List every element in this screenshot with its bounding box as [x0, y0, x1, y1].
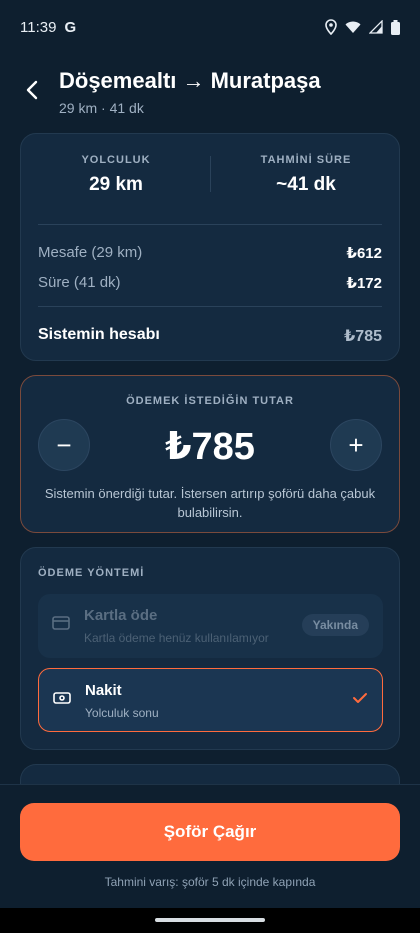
cash-payment-option[interactable]: Nakit Yolculuk sonu [38, 668, 383, 732]
system-nav-bar [0, 908, 420, 933]
chevron-left-icon [26, 80, 38, 100]
trip-metric: YOLCULUK 29 km [21, 154, 211, 196]
payment-method-card: ÖDEME YÖNTEMİ Kartla öde Kartla ödeme he… [20, 547, 400, 750]
total-label: Sistemin hesabı [38, 326, 160, 343]
payment-label: ÖDEME YÖNTEMİ [38, 567, 145, 579]
distance-value: ₺612 [346, 245, 382, 262]
time-value: ₺172 [346, 275, 382, 292]
status-bar: 11:39 G [0, 0, 420, 54]
distance-row: Mesafe (29 km) ₺612 [38, 244, 382, 262]
wifi-icon [345, 20, 361, 34]
duration-value: ~41 dk [276, 174, 336, 195]
time-row: Süre (41 dk) ₺172 [38, 274, 382, 292]
card-option-subtitle: Kartla ödeme henüz kullanılamıyor [84, 631, 269, 645]
signal-icon [369, 20, 383, 34]
page-subtitle: 29 km · 41 dk [59, 100, 144, 116]
eta-text: Tahmini varış: şoför 5 dk içinde kapında [104, 875, 316, 889]
battery-icon [391, 19, 400, 35]
google-icon: G [64, 18, 77, 36]
total-row: Sistemin hesabı ₺785 [38, 326, 382, 346]
page-title: Döşemealtı → Muratpaşa [59, 68, 321, 93]
time-label: Süre (41 dk) [38, 274, 121, 291]
call-driver-button[interactable]: Şoför Çağır [20, 803, 400, 861]
back-button[interactable] [18, 76, 46, 104]
card-option-title: Kartla öde [84, 607, 158, 624]
duration-metric: TAHMİNİ SÜRE ~41 dk [211, 154, 401, 196]
amount-card: ÖDEMEK İSTEDİĞİN TUTAR − ₺785 + Sistemin… [20, 375, 400, 533]
divider [38, 224, 382, 225]
trip-summary-card: YOLCULUK 29 km TAHMİNİ SÜRE ~41 dk Mesaf… [20, 133, 400, 361]
credit-card-icon [52, 616, 70, 635]
total-value: ₺785 [344, 328, 382, 345]
cash-option-subtitle: Yolculuk sonu [85, 706, 159, 720]
trip-label: YOLCULUK [81, 154, 151, 166]
amount-help-text: Sistemin önerdiği tutar. İstersen artırı… [44, 486, 376, 520]
cash-icon [53, 691, 71, 710]
trip-value: 29 km [89, 174, 143, 195]
cash-option-title: Nakit [85, 682, 122, 699]
status-right [325, 19, 400, 35]
card-payment-option: Kartla öde Kartla ödeme henüz kullanılam… [38, 594, 383, 658]
increase-button[interactable]: + [330, 419, 382, 471]
distance-label: Mesafe (29 km) [38, 244, 143, 261]
divider [38, 306, 382, 307]
status-time: 11:39 [20, 18, 57, 36]
page-header: Döşemealtı → Muratpaşa 29 km · 41 dk [0, 64, 420, 120]
home-indicator[interactable] [155, 918, 265, 922]
amount-label: ÖDEMEK İSTEDİĞİN TUTAR [126, 395, 294, 407]
checkmark-icon [352, 691, 368, 709]
location-icon [325, 19, 337, 35]
bottom-action-bar: Şoför Çağır Tahmini varış: şoför 5 dk iç… [0, 784, 420, 908]
coming-soon-badge: Yakında [301, 614, 369, 636]
duration-label: TAHMİNİ SÜRE [260, 154, 352, 166]
status-left: 11:39 G [20, 19, 76, 36]
